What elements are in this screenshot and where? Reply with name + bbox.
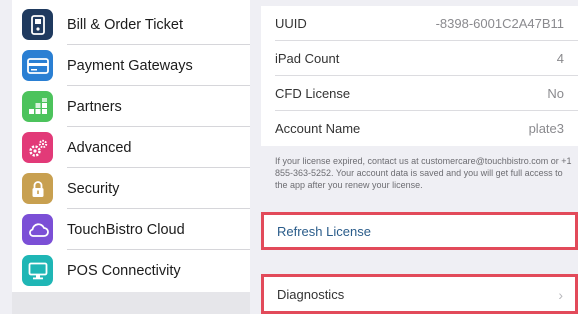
settings-sidebar: Bill & Order Ticket Payment Gateways Par… bbox=[12, 0, 250, 292]
sidebar-item-advanced[interactable]: Advanced bbox=[12, 127, 250, 168]
cloud-icon bbox=[22, 214, 53, 245]
row-value: plate3 bbox=[528, 121, 564, 136]
gears-icon bbox=[22, 132, 53, 163]
grid-icon bbox=[22, 91, 53, 122]
credit-card-icon bbox=[22, 50, 53, 81]
sidebar-item-label: Advanced bbox=[67, 139, 132, 156]
row-value: -8398-6001C2A47B11 bbox=[435, 16, 564, 31]
lock-icon bbox=[22, 173, 53, 204]
sidebar-item-label: Payment Gateways bbox=[67, 57, 193, 74]
row-label: Account Name bbox=[275, 121, 361, 136]
license-row-ipad-count: iPad Count 4 bbox=[261, 41, 578, 76]
sidebar-item-label: Bill & Order Ticket bbox=[67, 16, 184, 33]
sidebar-item-partners[interactable]: Partners bbox=[12, 86, 250, 127]
row-label: iPad Count bbox=[275, 51, 340, 66]
row-value: 4 bbox=[556, 51, 564, 66]
sidebar-item-label: Partners bbox=[67, 98, 122, 115]
license-footnote: If your license expired, contact us at c… bbox=[275, 156, 572, 190]
sidebar-footer bbox=[12, 292, 250, 314]
diagnostics-button[interactable]: Diagnostics › bbox=[261, 274, 578, 314]
license-info-group: UUID -8398-6001C2A47B11 iPad Count 4 CFD… bbox=[261, 6, 578, 146]
license-row-cfd-license: CFD License No bbox=[261, 76, 578, 111]
refresh-license-button[interactable]: Refresh License bbox=[261, 212, 578, 250]
split-divider bbox=[250, 0, 259, 314]
sidebar-item-pos-connectivity[interactable]: POS Connectivity bbox=[12, 250, 250, 291]
receipt-icon bbox=[22, 9, 53, 40]
monitor-icon bbox=[22, 255, 53, 286]
sidebar-item-security[interactable]: Security bbox=[12, 168, 250, 209]
sidebar-item-label: POS Connectivity bbox=[67, 262, 181, 279]
diagnostics-label: Diagnostics bbox=[277, 286, 345, 302]
sidebar-item-label: Security bbox=[67, 180, 120, 197]
sidebar-item-label: TouchBistro Cloud bbox=[67, 221, 185, 238]
license-row-account-name: Account Name plate3 bbox=[261, 111, 578, 146]
sidebar-item-bill-order-ticket[interactable]: Bill & Order Ticket bbox=[12, 4, 250, 45]
sidebar-item-touchbistro-cloud[interactable]: TouchBistro Cloud bbox=[12, 209, 250, 250]
sidebar-item-payment-gateways[interactable]: Payment Gateways bbox=[12, 45, 250, 86]
row-label: CFD License bbox=[275, 86, 351, 101]
row-value: No bbox=[547, 86, 564, 101]
license-row-uuid: UUID -8398-6001C2A47B11 bbox=[261, 6, 578, 41]
refresh-license-label: Refresh License bbox=[277, 223, 371, 239]
chevron-right-icon: › bbox=[558, 287, 563, 303]
row-label: UUID bbox=[275, 16, 307, 31]
